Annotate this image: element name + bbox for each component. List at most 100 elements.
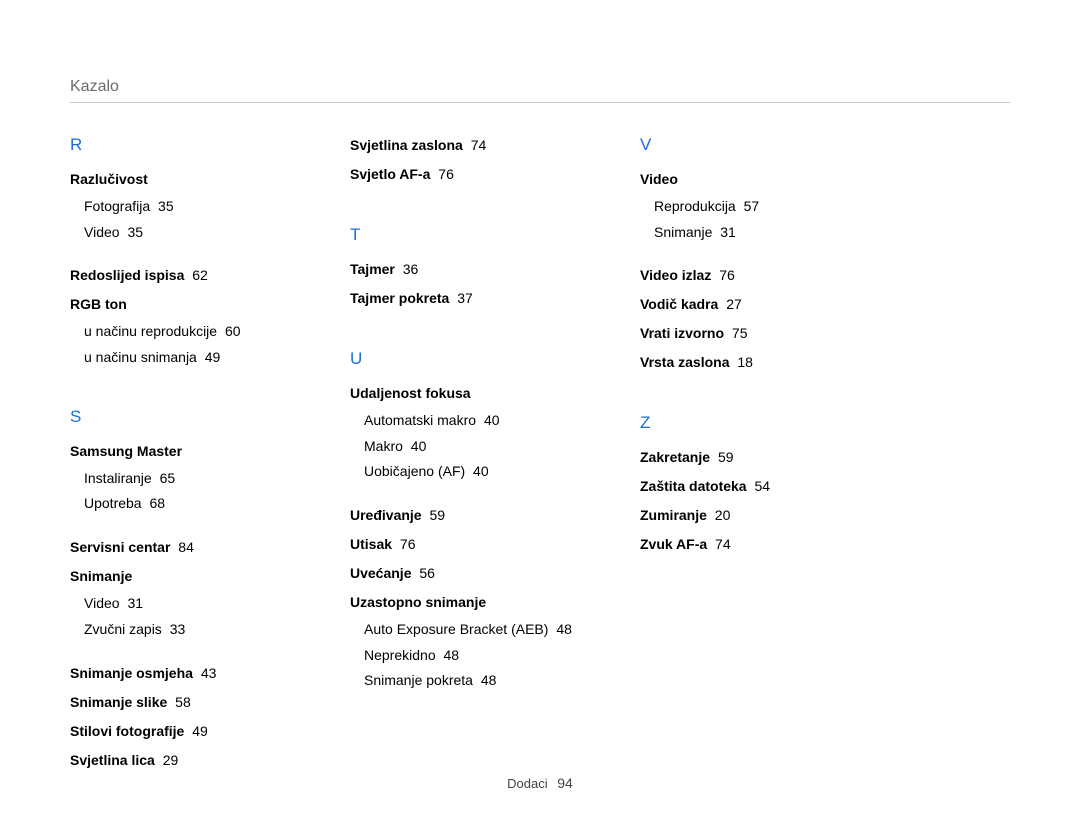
entry-razlucivost[interactable]: Razlučivost	[70, 169, 290, 190]
subentry[interactable]: Snimanje pokreta 48	[364, 670, 580, 692]
subentry[interactable]: Neprekidno 48	[364, 645, 580, 667]
page-ref: 40	[411, 438, 427, 454]
entry-vrsta[interactable]: Vrsta zaslona 18	[640, 352, 880, 373]
page-ref: 49	[205, 349, 221, 365]
subentry[interactable]: Uobičajeno (AF) 40	[364, 461, 580, 483]
page-ref: 31	[720, 224, 736, 240]
entry-uredivanje[interactable]: Uređivanje 59	[350, 505, 580, 526]
entry-utisak[interactable]: Utisak 76	[350, 534, 580, 555]
page-footer: Dodaci 94	[0, 775, 1080, 791]
index-columns: R Razlučivost Fotografija 35 Video 35 Re…	[70, 125, 1010, 777]
footer-page-number: 94	[557, 775, 573, 791]
entry-label: Servisni centar	[70, 539, 170, 555]
entry-zakretanje[interactable]: Zakretanje 59	[640, 447, 880, 468]
page-ref: 48	[556, 621, 572, 637]
column-2: Svjetlina zaslona 74 Svjetlo AF-a 76 T T…	[350, 125, 580, 777]
subentry[interactable]: u načinu snimanja 49	[84, 347, 290, 369]
entry-servisni[interactable]: Servisni centar 84	[70, 537, 290, 558]
page-ref: 58	[175, 694, 191, 710]
page-ref: 27	[726, 296, 742, 312]
subentry[interactable]: Snimanje 31	[654, 222, 880, 244]
entry-zvuk-af[interactable]: Zvuk AF-a 74	[640, 534, 880, 555]
column-1: R Razlučivost Fotografija 35 Video 35 Re…	[70, 125, 290, 777]
page-ref: 74	[715, 536, 731, 552]
entry-vodic[interactable]: Vodič kadra 27	[640, 294, 880, 315]
entry-label: Uvećanje	[350, 565, 411, 581]
subentry[interactable]: Fotografija 35	[84, 196, 290, 218]
page-ref: 57	[744, 198, 760, 214]
entry-label: Snimanje	[70, 568, 132, 584]
page-header: Kazalo	[70, 78, 1010, 103]
entry-uzastopno[interactable]: Uzastopno snimanje	[350, 592, 580, 613]
entry-slike[interactable]: Snimanje slike 58	[70, 692, 290, 713]
page-ref: 68	[149, 495, 165, 511]
sub-label: Zvučni zapis	[84, 621, 162, 637]
entry-video-izlaz[interactable]: Video izlaz 76	[640, 265, 880, 286]
entry-label: Tajmer	[350, 261, 395, 277]
sub-label: Reprodukcija	[654, 198, 736, 214]
entry-udaljenost[interactable]: Udaljenost fokusa	[350, 383, 580, 404]
page-ref: 54	[754, 478, 770, 494]
page-ref: 40	[484, 412, 500, 428]
entry-lica[interactable]: Svjetlina lica 29	[70, 750, 290, 771]
entry-label: Redoslijed ispisa	[70, 267, 184, 283]
entry-label: Vrati izvorno	[640, 325, 724, 341]
subentry[interactable]: Automatski makro 40	[364, 410, 580, 432]
sub-label: Uobičajeno (AF)	[364, 463, 465, 479]
entry-label: Snimanje slike	[70, 694, 167, 710]
entry-redoslijed[interactable]: Redoslijed ispisa 62	[70, 265, 290, 286]
page-ref: 37	[457, 290, 473, 306]
sub-label: Neprekidno	[364, 647, 436, 663]
entry-label: Svjetlina zaslona	[350, 137, 463, 153]
entry-label: Uzastopno snimanje	[350, 594, 486, 610]
entry-tajmer[interactable]: Tajmer 36	[350, 259, 580, 280]
sub-label: Instaliranje	[84, 470, 152, 486]
subentry[interactable]: Auto Exposure Bracket (AEB) 48	[364, 619, 580, 641]
entry-label: Zumiranje	[640, 507, 707, 523]
page-ref: 35	[158, 198, 174, 214]
page-ref: 49	[192, 723, 208, 739]
page-ref: 29	[163, 752, 179, 768]
entry-label: Uređivanje	[350, 507, 422, 523]
page-ref: 59	[718, 449, 734, 465]
page-ref: 75	[732, 325, 748, 341]
entry-label: Tajmer pokreta	[350, 290, 449, 306]
subentry[interactable]: u načinu reprodukcije 60	[84, 321, 290, 343]
page-ref: 48	[444, 647, 460, 663]
subentry[interactable]: Video 31	[84, 593, 290, 615]
page-ref: 18	[737, 354, 753, 370]
subentry[interactable]: Makro 40	[364, 436, 580, 458]
entry-svjetlo-af[interactable]: Svjetlo AF-a 76	[350, 164, 580, 185]
entry-samsung[interactable]: Samsung Master	[70, 441, 290, 462]
page-ref: 43	[201, 665, 217, 681]
sub-label: u načinu snimanja	[84, 349, 197, 365]
page-ref: 36	[403, 261, 419, 277]
entry-label: Zaštita datoteka	[640, 478, 747, 494]
entry-snimanje[interactable]: Snimanje	[70, 566, 290, 587]
entry-label: Svjetlo AF-a	[350, 166, 430, 182]
entry-vrati[interactable]: Vrati izvorno 75	[640, 323, 880, 344]
entry-stilovi[interactable]: Stilovi fotografije 49	[70, 721, 290, 742]
sub-label: Upotreba	[84, 495, 142, 511]
page-ref: 31	[127, 595, 143, 611]
footer-label: Dodaci	[507, 776, 547, 791]
page-ref: 56	[419, 565, 435, 581]
entry-tajmer-pokreta[interactable]: Tajmer pokreta 37	[350, 288, 580, 309]
entry-video[interactable]: Video	[640, 169, 880, 190]
entry-label: Video	[640, 171, 678, 187]
page-ref: 35	[127, 224, 143, 240]
subentry[interactable]: Video 35	[84, 222, 290, 244]
entry-label: Utisak	[350, 536, 392, 552]
sub-label: Auto Exposure Bracket (AEB)	[364, 621, 548, 637]
entry-rgb[interactable]: RGB ton	[70, 294, 290, 315]
subentry[interactable]: Instaliranje 65	[84, 468, 290, 490]
page-ref: 62	[192, 267, 208, 283]
subentry[interactable]: Zvučni zapis 33	[84, 619, 290, 641]
subentry[interactable]: Upotreba 68	[84, 493, 290, 515]
entry-zastita[interactable]: Zaštita datoteka 54	[640, 476, 880, 497]
subentry[interactable]: Reprodukcija 57	[654, 196, 880, 218]
entry-uvecanje[interactable]: Uvećanje 56	[350, 563, 580, 584]
entry-osmjeha[interactable]: Snimanje osmjeha 43	[70, 663, 290, 684]
entry-zumiranje[interactable]: Zumiranje 20	[640, 505, 880, 526]
entry-svjetlina-zaslona[interactable]: Svjetlina zaslona 74	[350, 135, 580, 156]
